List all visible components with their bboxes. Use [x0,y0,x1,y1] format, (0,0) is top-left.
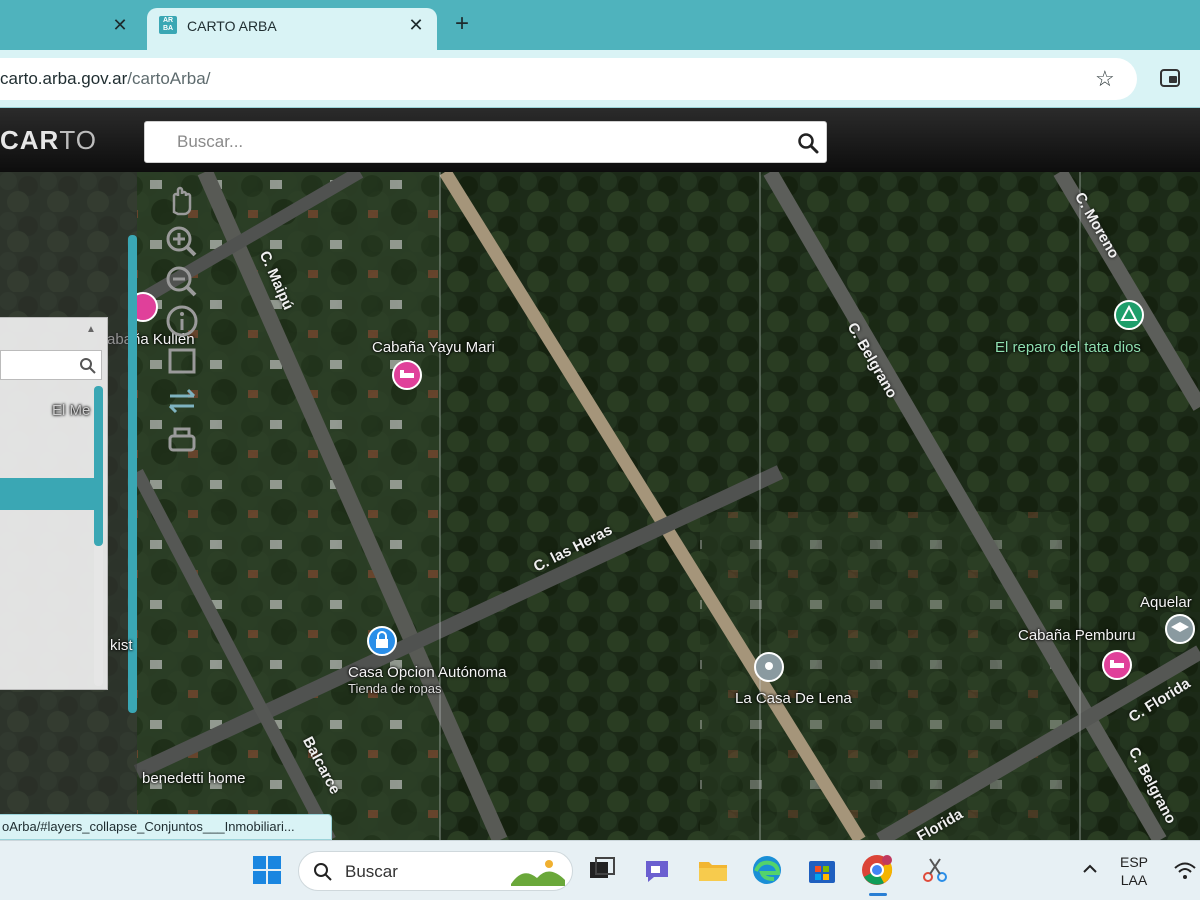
zoom-out-icon[interactable] [162,262,202,300]
poi-subtitle-casa-opcion: Tienda de ropas [348,681,442,696]
store-icon[interactable] [805,853,839,887]
layers-search-icon[interactable] [79,357,97,375]
poi-label-casa-lena[interactable]: La Casa De Lena [735,690,852,707]
file-explorer-icon[interactable] [696,853,730,887]
wifi-icon[interactable] [1172,859,1198,883]
poi-label-el-me: El Me [52,402,91,419]
poi-label-benedetti[interactable]: benedetti home [142,770,245,787]
satellite-map[interactable]: C. Maipú C. Belgrano C. Moreno C. las He… [0,172,1200,840]
poi-label-yayu-mari[interactable]: Cabaña Yayu Mari [372,339,495,356]
windows-taskbar: Buscar ESP LAA [0,840,1200,900]
poi-title-casa-opcion: Casa Opcion Autónoma [348,664,507,681]
task-view-icon[interactable] [585,853,619,887]
poi-label-pemburu[interactable]: Cabaña Pemburu [1018,627,1136,644]
edge-browser-icon[interactable] [750,853,784,887]
taskbar-search-label: Buscar [345,862,398,881]
tab-carto-arba[interactable]: AR BA CARTO ARBA ✕ [147,8,437,50]
logo-thin: TO [59,125,97,155]
tab-close-button[interactable]: ✕ [405,14,427,36]
poi-label-kist: kist [110,637,133,654]
input-language-top: ESP [1120,854,1149,870]
map-toolbar [162,182,202,472]
logo-bold: CAR [0,125,60,155]
url-field[interactable]: carto.arba.gov.ar/cartoArba/ ☆ [0,58,1137,100]
extensions-icon[interactable] [1158,66,1182,90]
input-language[interactable]: ESP LAA [1120,853,1148,889]
carto-logo[interactable]: CARTO [0,125,97,156]
selected-layer-row[interactable] [0,478,100,510]
status-link-preview: oArba/#layers_collapse_Conjuntos___Inmob… [0,814,332,840]
panel-scrollbar-thumb[interactable] [94,386,103,546]
windows-start-icon[interactable] [250,853,284,887]
snipping-tool-icon[interactable] [918,853,952,887]
input-language-bottom: LAA [1120,872,1148,888]
previous-tab-close-button[interactable]: ✕ [110,14,130,36]
new-tab-button[interactable]: + [450,12,474,36]
print-icon[interactable] [162,422,202,460]
bookmark-star-icon[interactable]: ☆ [1095,66,1115,92]
landscape-highlight-icon [511,860,565,886]
poi-label-reparo[interactable]: El reparo del tata dios [995,339,1141,356]
app-header: CARTO [0,108,1200,172]
measure-icon[interactable] [162,342,202,380]
zoom-in-icon[interactable] [162,222,202,260]
generic-pin-icon[interactable] [754,652,784,682]
school-pin-icon[interactable] [1165,614,1195,644]
info-icon[interactable] [162,302,202,340]
lodging-pin-2-icon[interactable] [1102,650,1132,680]
swap-layers-icon[interactable] [162,382,202,420]
map-search-box [144,121,827,163]
map-search-input[interactable] [175,130,775,154]
address-bar-row: carto.arba.gov.ar/cartoArba/ ☆ [0,50,1200,108]
pan-hand-icon[interactable] [162,182,202,220]
url-host: carto.arba.gov.ar [0,69,128,88]
url-path: /cartoArba/ [127,69,211,88]
lodging-pin-icon[interactable] [392,360,422,390]
chrome-icon[interactable] [860,853,894,887]
tab-title: CARTO ARBA [187,18,277,34]
collapse-arrow-icon[interactable]: ▲ [86,324,96,335]
chrome-active-indicator [869,893,887,896]
browser-tab-strip: ✕ AR BA CARTO ARBA ✕ + [0,0,1200,50]
layers-panel: ▲ [0,317,108,690]
taskbar-search[interactable]: Buscar [298,851,573,891]
search-icon[interactable] [797,132,819,154]
layers-search-input[interactable] [0,350,102,380]
shop-pin-icon[interactable] [367,626,397,656]
park-pin-icon[interactable] [1114,300,1144,330]
arba-favicon-icon: AR BA [159,16,177,34]
poi-label-casa-opcion[interactable]: Casa Opcion Autónoma Tienda de ropas [348,664,506,696]
poi-label-aquelar[interactable]: Aquelar [1140,594,1192,611]
url-text: carto.arba.gov.ar/cartoArba/ [0,69,210,89]
chevron-up-icon[interactable] [1080,859,1100,879]
teams-chat-icon[interactable] [640,853,674,887]
taskbar-search-icon [314,863,332,881]
